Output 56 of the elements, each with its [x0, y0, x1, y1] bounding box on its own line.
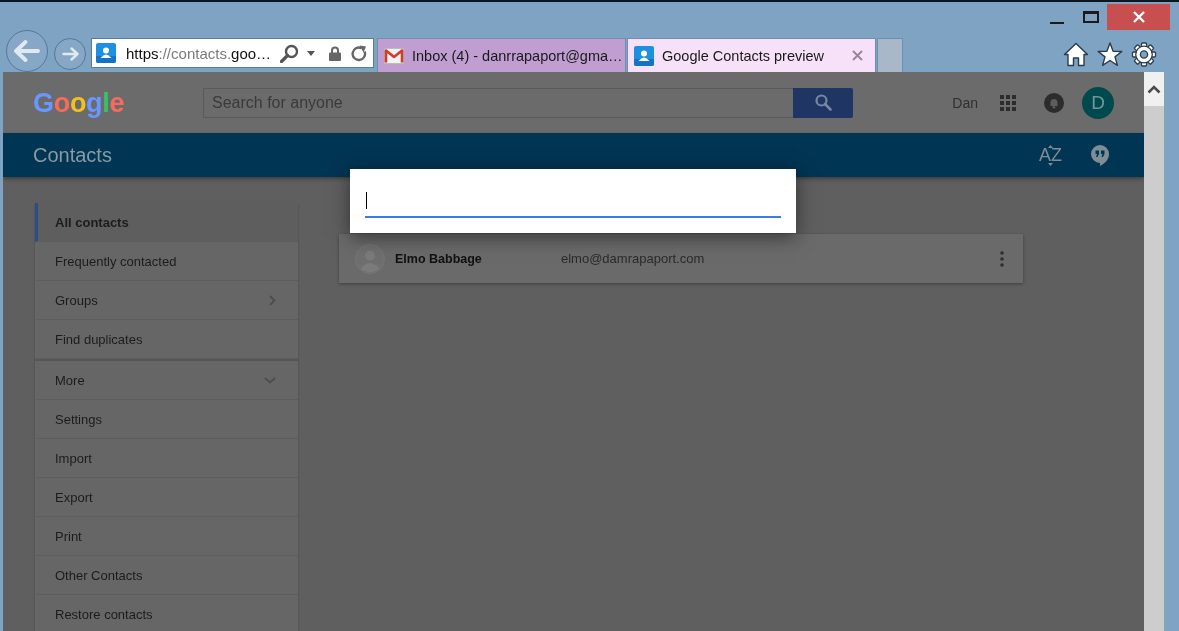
sidebar-item[interactable]: Import [35, 439, 298, 478]
notifications-icon[interactable] [1044, 92, 1064, 113]
scroll-up-button[interactable] [1144, 72, 1164, 106]
home-icon[interactable] [1063, 42, 1089, 67]
quote-bubble-icon[interactable] [1090, 144, 1110, 166]
chevron-up-icon [1147, 84, 1161, 94]
back-button[interactable] [6, 30, 48, 72]
person-avatar-icon [355, 243, 385, 274]
star-icon[interactable] [1097, 42, 1123, 67]
chevron-down-icon [264, 376, 276, 384]
triangle-up-icon [1048, 144, 1053, 148]
sort-button[interactable]: AZ [1039, 144, 1062, 166]
refresh-icon[interactable] [351, 44, 367, 62]
sidebar-item[interactable]: Find duplicates [35, 320, 298, 359]
close-icon[interactable] [852, 50, 863, 61]
sidebar-item[interactable]: Print [35, 517, 298, 556]
google-logo[interactable]: Google [33, 86, 125, 119]
search-icon[interactable] [280, 43, 299, 63]
sidebar-item[interactable]: Frequently contacted [35, 242, 298, 281]
search-button[interactable] [793, 87, 853, 118]
lock-icon[interactable] [329, 45, 341, 61]
envelope-icon [384, 47, 404, 64]
browser-tab[interactable]: Inbox (4) - danrrapaport@gma… [377, 38, 626, 72]
caret-icon[interactable] [307, 50, 315, 56]
search-icon [814, 94, 832, 111]
address-bar[interactable]: https://contacts.goo… [91, 38, 374, 68]
input-field[interactable] [365, 189, 781, 218]
close-icon [1132, 11, 1145, 23]
right-arrow-icon [61, 47, 79, 61]
user-name[interactable]: Dan [952, 94, 978, 111]
maximize-icon[interactable] [1083, 11, 1099, 23]
scrollbar-thumb[interactable] [1144, 106, 1164, 631]
apps-grid-icon[interactable] [1000, 94, 1016, 111]
triangle-down-icon [1048, 162, 1053, 166]
contact-row[interactable]: Elmo Babbage elmo@damrapaport.com [339, 234, 1023, 283]
chevron-right-icon [269, 294, 276, 306]
sidebar-item[interactable]: Other Contacts [35, 556, 298, 595]
close-button[interactable] [1107, 4, 1170, 30]
more-vertical-icon[interactable] [1000, 250, 1004, 267]
sidebar-item[interactable]: Restore contacts [35, 595, 298, 631]
left-arrow-icon [14, 40, 40, 62]
sidebar-item[interactable]: Export [35, 478, 298, 517]
contact-email: elmo@damrapaport.com [561, 251, 705, 266]
contact-card-icon [96, 43, 116, 63]
sidebar-item[interactable]: Settings [35, 400, 298, 439]
settings-icon[interactable] [1131, 42, 1157, 67]
sidebar-item[interactable]: Groups [35, 281, 298, 320]
app-title: Contacts [33, 143, 112, 167]
forward-button[interactable] [54, 38, 86, 70]
avatar-button[interactable]: D [1082, 86, 1114, 119]
contact-card-icon [634, 45, 654, 66]
contact-name: Elmo Babbage [395, 251, 483, 266]
sidebar-item[interactable]: More [35, 361, 298, 400]
sidebar-item[interactable]: All contacts [35, 203, 298, 242]
browser-tab[interactable]: Google Contacts preview [627, 38, 876, 72]
url-text: https://contacts.goo… [126, 44, 272, 62]
